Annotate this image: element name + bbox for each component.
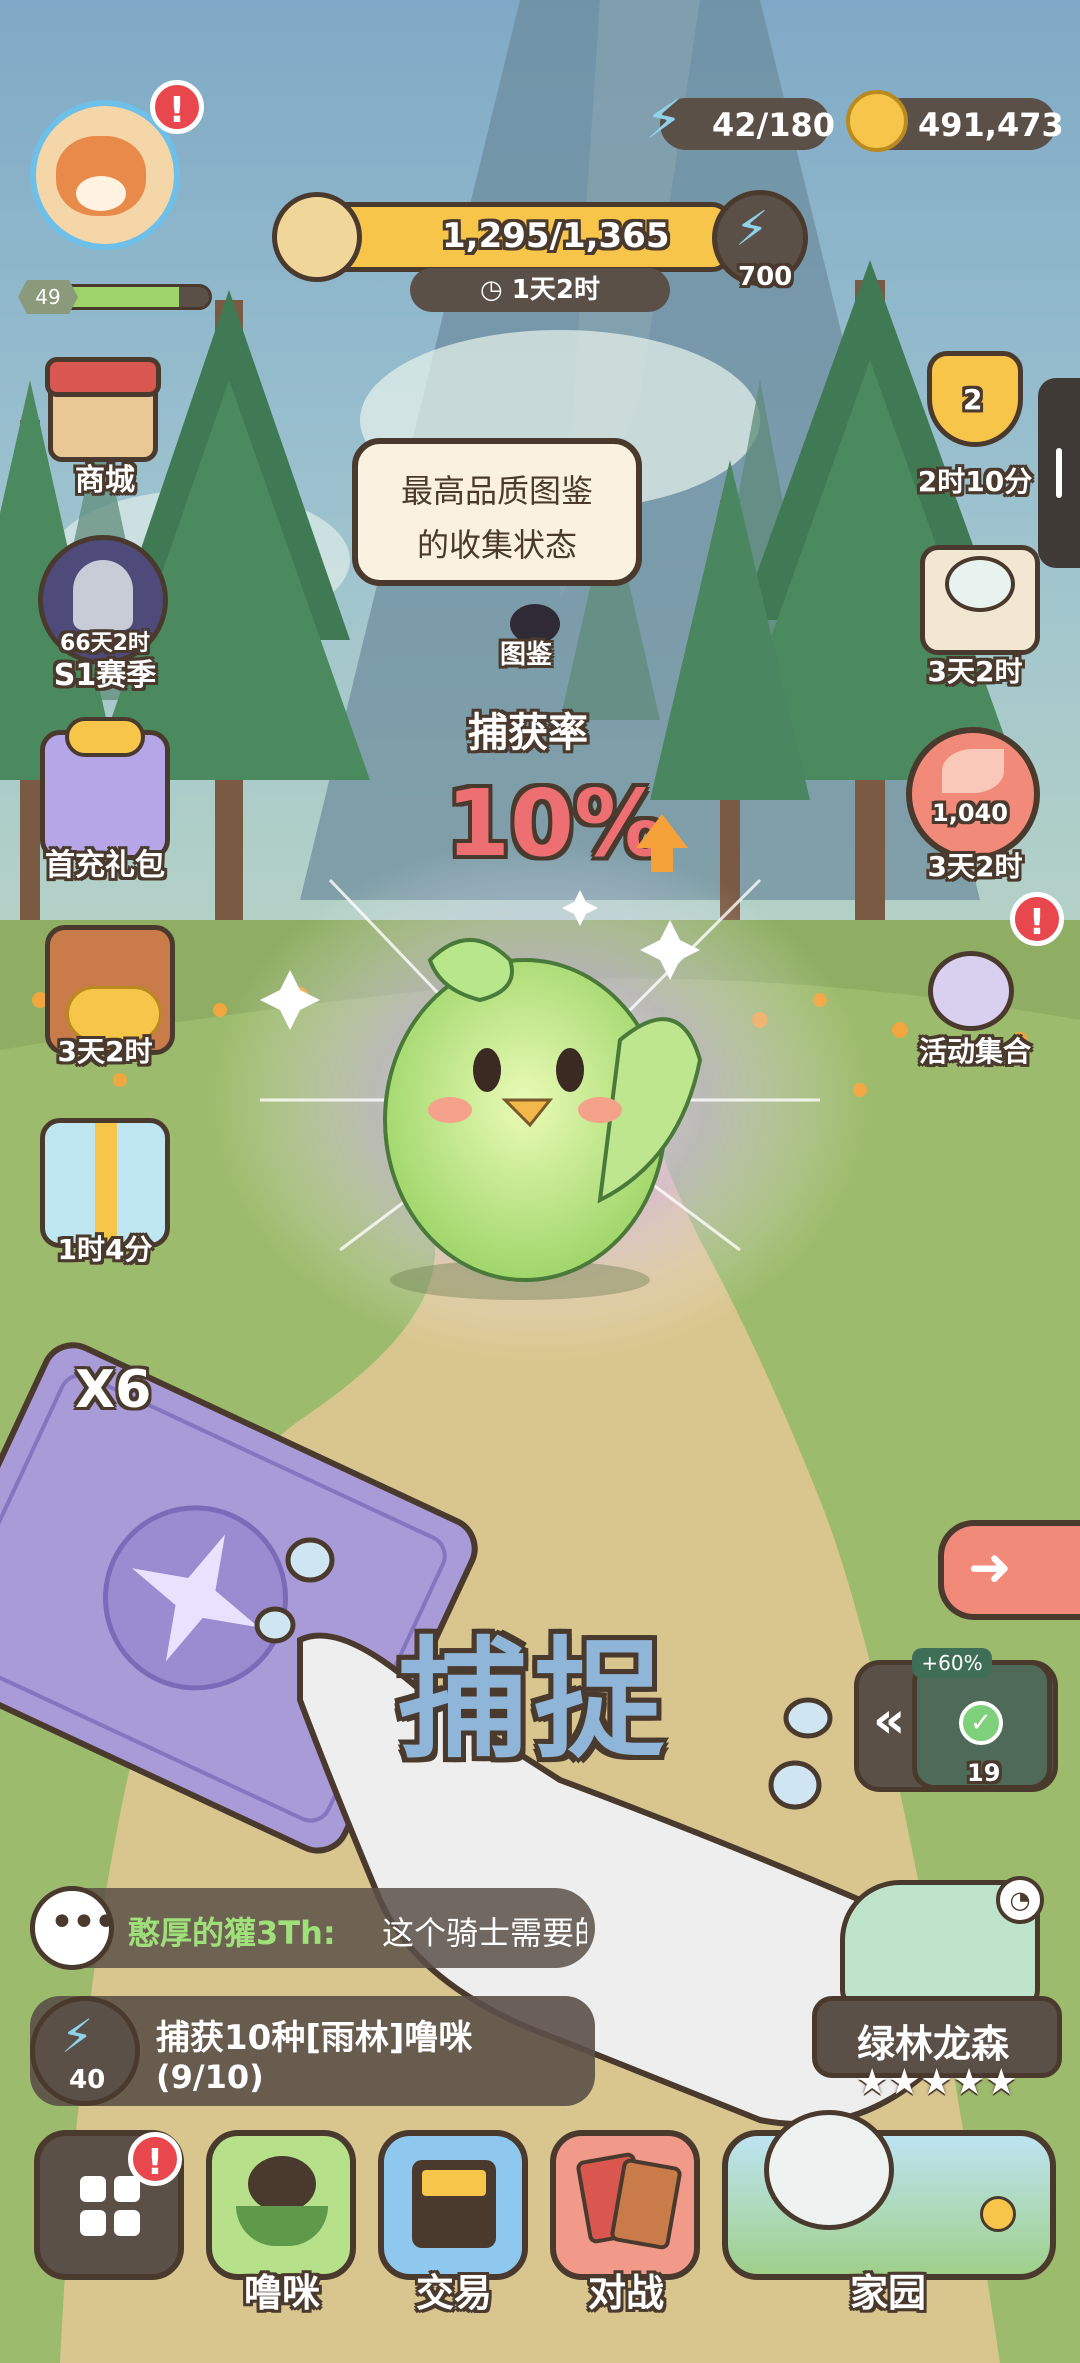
home-flower-icon: [980, 2196, 1016, 2232]
bait-count: 19: [967, 1759, 1001, 1787]
chest-timer: 3天2时: [57, 1035, 153, 1068]
shop-icon: [45, 357, 161, 462]
trophy-count: 2: [963, 383, 983, 416]
level-bar: 49: [18, 280, 212, 314]
chat-message: 这个骑士需要的: [382, 1914, 587, 1952]
running-icon: ➜: [968, 1538, 1012, 1598]
card-multiplier: X6: [75, 1360, 152, 1420]
scroll-icon: [272, 192, 362, 282]
season-label: S1赛季: [53, 658, 157, 693]
leaf-icon: [942, 749, 1004, 793]
quest-progress: (9/10): [156, 2058, 264, 2096]
map-timer: 3天2时: [927, 655, 1023, 688]
nav-trade[interactable]: [378, 2130, 528, 2280]
events-label: 活动集合: [918, 1035, 1031, 1068]
wild-creature[interactable]: [380, 920, 680, 1290]
pass-progress-text: 1,295/1,365: [442, 216, 670, 256]
gift-timer: 1时4分: [57, 1233, 153, 1266]
home-creature-icon: [764, 2110, 894, 2230]
clock-icon: ◷: [480, 275, 503, 305]
bait-bonus-tag: +60%: [912, 1648, 992, 1678]
energy-counter[interactable]: ⚡ 42/180: [645, 88, 835, 151]
leaf-event-button[interactable]: 1,040: [906, 727, 1040, 861]
quest-reward: ⚡ 40: [30, 1996, 140, 2106]
gift-bow-icon: [65, 717, 145, 757]
pass-timer: ◷ 1天2时: [410, 268, 670, 312]
location-alert-icon: ◔: [996, 1876, 1044, 1924]
nav-lumi-label: 噜咪: [243, 2271, 320, 2315]
side-drawer-handle[interactable]: [1038, 378, 1080, 568]
map-creature-icon: [945, 556, 1015, 612]
quest-bolt-icon: ⚡: [61, 2009, 94, 2063]
bait-check-icon: ✓: [959, 1701, 1003, 1745]
shop-label: 商城: [75, 463, 135, 498]
gold-coin-icon: [846, 90, 908, 152]
capture-rate-label: 捕获率: [468, 710, 588, 756]
level-text: 49: [35, 285, 61, 309]
nav-home-label: 家园: [849, 2271, 926, 2315]
energy-value: 42/180: [712, 106, 836, 144]
chat-bar[interactable]: ••• 憨厚的獾3Th: 这个骑士需要的: [30, 1886, 595, 1970]
gold-counter[interactable]: 491,473: [846, 90, 1064, 152]
nav-lumi[interactable]: [206, 2130, 356, 2280]
lumi-cat-icon: [248, 2156, 316, 2212]
pass-energy-value: 700: [738, 262, 793, 292]
rate-up-arrow-icon: [636, 814, 688, 848]
codex-tooltip: 最高品质图鉴 的收集状态: [352, 438, 642, 586]
nav-trade-label: 交易: [415, 2271, 492, 2315]
leaf-count: 1,040: [932, 799, 1008, 827]
bait-bonus: +60%: [921, 1651, 983, 1675]
alert-badge: !: [150, 80, 204, 134]
chat-menu-icon[interactable]: •••: [30, 1886, 119, 1970]
collapse-arrows-icon[interactable]: «: [873, 1691, 905, 1749]
chat-sender: 憨厚的獾3Th:: [128, 1914, 336, 1952]
avatar-muzzle: [76, 176, 126, 211]
capture-card[interactable]: [0, 1420, 430, 1840]
capture-rate: 10%: [446, 770, 666, 877]
codex-label: 图鉴: [500, 640, 553, 670]
rate-up-arrow-stem: [651, 846, 673, 872]
knight-icon: [73, 560, 133, 630]
pass-timer-text: 1天2时: [511, 275, 600, 305]
quest-reward-value: 40: [69, 2065, 106, 2095]
ribbon-icon: [95, 1123, 117, 1243]
reward-bolt-icon: ⚡: [735, 201, 769, 257]
quest-title: 捕获10种[雨林]噜咪: [156, 2018, 473, 2058]
map-button[interactable]: [920, 545, 1040, 655]
capture-button[interactable]: 捕捉: [398, 1595, 670, 1783]
flee-button[interactable]: ➜: [938, 1520, 1080, 1620]
level-badge: 49: [18, 280, 78, 314]
events-creature-icon: [928, 951, 1014, 1031]
trophy-button[interactable]: 2: [915, 345, 1035, 465]
codex-button[interactable]: 图鉴: [500, 598, 570, 670]
tooltip-line2: 的收集状态: [416, 526, 577, 564]
nav-home[interactable]: [722, 2110, 1056, 2280]
nav-battle-label: 对战: [587, 2271, 664, 2315]
capture-button-label: 捕捉: [398, 1624, 671, 1776]
menu-alert-badge: !: [128, 2132, 182, 2186]
bait-item[interactable]: ✓ 19: [912, 1660, 1052, 1790]
nav-battle[interactable]: [550, 2130, 700, 2280]
energy-bolt-icon: ⚡: [645, 88, 683, 151]
bowl-icon: [236, 2206, 328, 2246]
location-stars: ★★★★★: [856, 2062, 1018, 2103]
location-name: 绿林龙森: [857, 2022, 1010, 2066]
capture-rate-value: 10%: [446, 770, 667, 877]
quest-panel[interactable]: ⚡ 40 捕获10种[雨林]噜咪 (9/10): [30, 1996, 595, 2106]
tooltip-line1: 最高品质图鉴: [400, 472, 593, 510]
grid-icon: [80, 2176, 140, 2236]
events-alert-badge: !: [1010, 892, 1064, 946]
trophy-timer: 2时10分: [917, 465, 1033, 498]
gold-value: 491,473: [918, 106, 1064, 144]
first-charge-label: 首充礼包: [45, 848, 165, 883]
leaf-timer: 3天2时: [927, 850, 1023, 883]
